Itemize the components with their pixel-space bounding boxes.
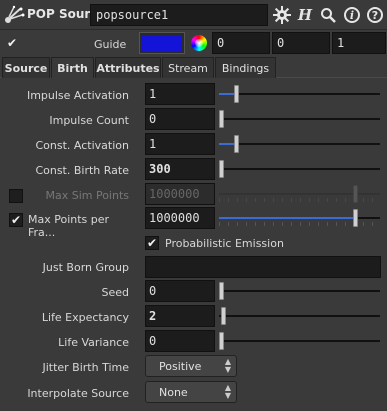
pop-source-icon [5,5,25,23]
guide-value-g[interactable]: 0 [272,32,330,54]
slider-handle[interactable] [234,85,239,103]
parameter-tabs: Source Birth Attributes Stream Bindings [0,57,387,78]
just-born-group-label: Just Born Group [42,261,129,274]
menu-arrows-icon: ▲ ▼ [224,383,231,400]
life-expectancy-label: Life Expectancy [41,311,129,324]
just-born-group-field[interactable] [145,256,381,278]
max-points-per-frame-checkbox[interactable]: ✔ [9,213,23,227]
tab-birth[interactable]: Birth [51,57,94,78]
const-birth-rate-field[interactable]: 300 [145,158,215,180]
const-birth-rate-label: Const. Birth Rate [35,164,129,177]
probabilistic-emission-checkbox[interactable]: ✔ [145,236,159,250]
life-expectancy-slider[interactable] [219,306,380,326]
const-activation-slider[interactable] [219,134,380,154]
impulse-count-field[interactable]: 0 [145,108,215,130]
gear-icon[interactable] [272,5,292,25]
tab-source[interactable]: Source [2,57,50,78]
impulse-activation-label: Impulse Activation [26,89,129,102]
interpolate-source-label: Interpolate Source [27,387,129,400]
tab-stream[interactable]: Stream [162,57,214,78]
slider-handle[interactable] [219,282,224,300]
max-sim-points-field[interactable]: 1000000 [145,183,215,205]
const-activation-field[interactable]: 1 [145,133,215,155]
slider-handle[interactable] [234,135,239,153]
impulse-count-slider[interactable] [219,109,380,129]
guide-value-b[interactable]: 1 [332,32,386,54]
const-activation-label: Const. Activation [35,139,130,152]
slider-handle[interactable] [219,332,224,350]
guide-row: ✔ Guide 0 0 1 [0,31,387,56]
life-variance-label: Life Variance [58,336,129,349]
slider-handle[interactable] [219,110,224,128]
info-icon[interactable]: i [342,5,362,25]
seed-slider[interactable] [219,281,380,301]
jitter-birth-time-menu[interactable]: Positive ▲ ▼ [145,355,237,377]
const-birth-rate-slider[interactable] [219,159,380,179]
life-expectancy-field[interactable]: 2 [145,305,215,327]
slider-handle[interactable] [353,185,358,203]
color-wheel-icon[interactable] [191,35,207,51]
node-name-field[interactable]: popsource1 [90,4,268,26]
hda-icon[interactable]: H [295,5,315,25]
life-variance-field[interactable]: 0 [145,330,215,352]
seed-field[interactable]: 0 [145,280,215,302]
interpolate-source-menu[interactable]: None ▲ ▼ [145,381,237,403]
max-sim-points-slider[interactable] [219,184,380,204]
impulse-activation-field[interactable]: 1 [145,83,215,105]
help-icon[interactable]: ? [365,5,385,25]
tab-bindings[interactable]: Bindings [215,57,276,78]
tab-attributes[interactable]: Attributes [95,57,161,78]
probabilistic-emission-label: Probabilistic Emission [165,237,284,250]
jitter-birth-time-value: Positive [159,360,202,373]
node-header: POP Source popsource1 H i ? [0,0,387,30]
impulse-count-label: Impulse Count [49,114,129,127]
search-icon[interactable] [318,5,338,25]
max-points-per-frame-label: Max Points per Fra... [28,213,110,239]
jitter-birth-time-label: Jitter Birth Time [42,361,129,374]
max-sim-points-label: Max Sim Points [45,189,129,202]
slider-handle[interactable] [353,209,358,227]
seed-label: Seed [101,286,130,299]
guide-toggle-checkbox[interactable]: ✔ [5,36,19,50]
guide-color-swatch[interactable] [139,32,185,54]
guide-label: Guide [94,38,127,51]
life-variance-slider[interactable] [219,331,380,351]
slider-handle[interactable] [221,307,226,325]
slider-handle[interactable] [219,160,224,178]
interpolate-source-value: None [159,386,188,399]
guide-value-r[interactable]: 0 [212,32,270,54]
menu-arrows-icon: ▲ ▼ [224,357,231,374]
impulse-activation-slider[interactable] [219,84,380,104]
max-points-per-frame-field[interactable]: 1000000 [145,207,215,229]
max-points-per-frame-slider[interactable] [219,208,380,228]
